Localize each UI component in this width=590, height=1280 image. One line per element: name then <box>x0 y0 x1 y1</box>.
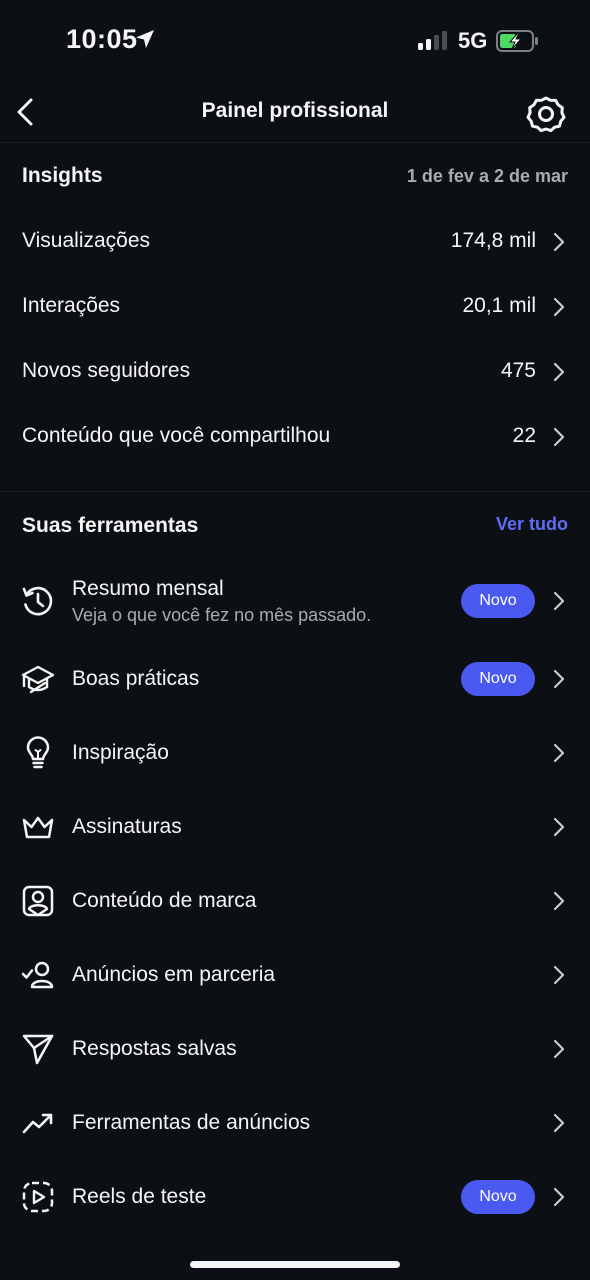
chevron-right-icon <box>553 362 565 382</box>
chevron-right-icon <box>553 1039 565 1059</box>
tool-row-best-practices[interactable]: Boas práticas Novo <box>0 642 590 716</box>
chevron-right-icon <box>553 297 565 317</box>
lightbulb-icon <box>26 736 50 769</box>
new-badge: Novo <box>461 662 535 696</box>
tool-label: Inspiração <box>72 741 169 764</box>
page-title: Painel profissional <box>201 99 389 122</box>
tool-row-inspiration[interactable]: Inspiração <box>0 716 590 790</box>
tool-row-trial-reels[interactable]: Reels de teste Novo <box>0 1160 590 1234</box>
cellular-signal-icon <box>418 30 447 50</box>
insights-header: Insights 1 de fev a 2 de mar <box>22 160 568 194</box>
partner-check-icon <box>21 961 54 989</box>
location-arrow-icon <box>136 30 154 48</box>
tool-label: Respostas salvas <box>72 1037 237 1060</box>
chevron-right-icon <box>553 817 565 837</box>
tool-label: Ferramentas de anúncios <box>72 1111 311 1134</box>
metric-value: 174,8 mil <box>450 229 536 252</box>
branded-content-icon <box>22 885 54 917</box>
trial-reels-icon <box>22 1181 54 1213</box>
chevron-right-icon <box>553 591 565 611</box>
insights-title: Insights <box>22 164 103 187</box>
metric-row-shared-content[interactable]: Conteúdo que você compartilhou 22 <box>0 407 590 467</box>
tool-label: Anúncios em parceria <box>72 963 276 986</box>
see-all-link[interactable]: Ver tudo <box>496 514 568 535</box>
metric-value: 22 <box>512 424 536 447</box>
date-range[interactable]: 1 de fev a 2 de mar <box>407 166 568 187</box>
chevron-right-icon <box>553 965 565 985</box>
history-icon <box>22 586 53 616</box>
tools-header: Suas ferramentas Ver tudo <box>22 510 568 544</box>
home-indicator[interactable] <box>190 1261 400 1268</box>
tool-row-ad-tools[interactable]: Ferramentas de anúncios <box>0 1086 590 1160</box>
chevron-right-icon <box>553 743 565 763</box>
battery-charging-icon <box>496 30 538 52</box>
chevron-right-icon <box>553 1113 565 1133</box>
new-badge: Novo <box>461 1180 535 1214</box>
graduation-cap-icon <box>21 665 55 694</box>
tool-row-monthly-recap[interactable]: Resumo mensal Veja o que você fez no mês… <box>0 564 590 638</box>
metric-label: Novos seguidores <box>22 359 191 382</box>
paper-plane-icon <box>22 1034 54 1065</box>
network-type: 5G <box>458 28 488 53</box>
chevron-right-icon <box>553 232 565 252</box>
tool-row-saved-replies[interactable]: Respostas salvas <box>0 1012 590 1086</box>
new-badge: Novo <box>461 584 535 618</box>
tool-label: Resumo mensal <box>72 577 224 600</box>
metric-label: Visualizações <box>22 229 151 252</box>
section-divider <box>0 491 590 492</box>
chevron-right-icon <box>553 1187 565 1207</box>
metric-row-interactions[interactable]: Interações 20,1 mil <box>0 277 590 337</box>
gear-icon[interactable] <box>526 94 566 134</box>
tool-row-branded-content[interactable]: Conteúdo de marca <box>0 864 590 938</box>
metric-value: 475 <box>500 359 536 382</box>
tool-row-partnership-ads[interactable]: Anúncios em parceria <box>0 938 590 1012</box>
tool-label: Assinaturas <box>72 815 182 838</box>
metric-row-views[interactable]: Visualizações 174,8 mil <box>0 212 590 272</box>
tool-subtitle: Veja o que você fez no mês passado. <box>72 605 372 625</box>
chevron-right-icon <box>553 427 565 447</box>
tool-row-subscriptions[interactable]: Assinaturas <box>0 790 590 864</box>
chevron-right-icon <box>553 669 565 689</box>
metric-label: Interações <box>22 294 121 317</box>
chevron-right-icon <box>553 891 565 911</box>
metric-value: 20,1 mil <box>462 294 536 317</box>
metric-label: Conteúdo que você compartilhou <box>22 424 331 447</box>
tools-title: Suas ferramentas <box>22 514 199 537</box>
navigation-bar: Painel profissional <box>0 80 590 143</box>
crown-icon <box>22 816 54 839</box>
tool-label: Reels de teste <box>72 1185 207 1208</box>
status-bar: 10:05 5G <box>0 0 590 80</box>
tool-label: Conteúdo de marca <box>72 889 257 912</box>
trending-up-icon <box>22 1113 53 1134</box>
metric-row-new-followers[interactable]: Novos seguidores 475 <box>0 342 590 402</box>
status-time: 10:05 <box>66 24 138 54</box>
tool-label: Boas práticas <box>72 667 200 690</box>
